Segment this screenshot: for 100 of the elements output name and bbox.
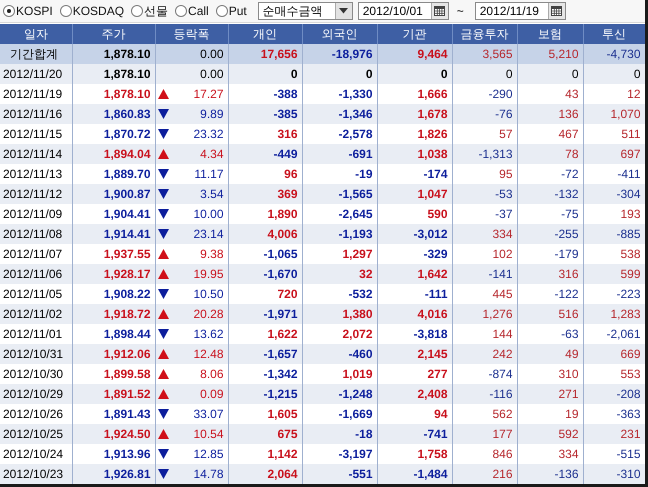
table-cell: 1,914.41 — [72, 224, 155, 244]
table-cell: -515 — [583, 444, 645, 464]
table-cell: 216 — [452, 464, 517, 484]
table-cell: 1,898.44 — [72, 324, 155, 344]
column-header: 투신 — [583, 24, 645, 44]
table-cell: -174 — [377, 164, 452, 184]
table-cell: 2012/11/16 — [0, 104, 72, 124]
date-field[interactable]: 2012/11/19 — [474, 2, 566, 20]
table-cell: 1,891.52 — [72, 384, 155, 404]
table-cell: -310 — [583, 464, 645, 484]
table-cell: -116 — [452, 384, 517, 404]
table-cell-text: 9.38 — [200, 246, 224, 262]
table-cell: -1,657 — [228, 344, 302, 364]
table-cell: 2012/11/13 — [0, 164, 72, 184]
table-cell: -3,012 — [377, 224, 452, 244]
table-cell: 0 — [452, 64, 517, 84]
calendar-icon[interactable] — [548, 3, 565, 19]
column-header: 금융투자 — [452, 24, 517, 44]
table-cell: -1,330 — [302, 84, 377, 104]
table-cell: 1,297 — [302, 244, 377, 264]
table-cell: 242 — [452, 344, 517, 364]
table-cell-text: 33.07 — [193, 406, 224, 422]
table-cell: 1,928.17 — [72, 264, 155, 284]
table-cell: 467 — [517, 124, 583, 144]
market-radio[interactable]: KOSDAQ — [60, 4, 124, 18]
calendar-icon[interactable] — [430, 3, 448, 19]
table-cell: 1,889.70 — [72, 164, 155, 184]
table-cell: -1,565 — [302, 184, 377, 204]
column-header: 외국인 — [302, 24, 377, 44]
table-cell: 2012/11/12 — [0, 184, 72, 204]
table-cell: -19 — [302, 164, 377, 184]
table-cell: 2012/10/30 — [0, 364, 72, 384]
table-cell: 144 — [452, 324, 517, 344]
table-cell: 1,019 — [302, 364, 377, 384]
table-cell: 1,937.55 — [72, 244, 155, 264]
table-cell: -532 — [302, 284, 377, 304]
table-cell: 177 — [452, 424, 517, 444]
table-cell: 720 — [228, 284, 302, 304]
table-cell: 5,210 — [517, 44, 583, 64]
market-radio[interactable]: Call — [175, 4, 209, 18]
date-field[interactable]: 2012/10/01 — [358, 2, 449, 20]
table-cell: 511 — [583, 124, 645, 144]
table-cell: 17,656 — [228, 44, 302, 64]
table-cell: -1,215 — [228, 384, 302, 404]
table-cell: 1,047 — [377, 184, 452, 204]
table-cell: -290 — [452, 84, 517, 104]
table-cell: 1,878.10 — [72, 84, 155, 104]
table-cell: -3,197 — [302, 444, 377, 464]
table-cell: 1,826 — [377, 124, 452, 144]
table-cell-text: 8.06 — [200, 366, 224, 382]
caret-icon[interactable] — [334, 3, 352, 19]
table-cell: 2012/11/09 — [0, 204, 72, 224]
table-cell: 2012/10/26 — [0, 404, 72, 424]
table-cell: 334 — [517, 444, 583, 464]
table-cell: -18 — [302, 424, 377, 444]
market-radio[interactable]: Put — [216, 4, 247, 18]
table-cell: 2012/10/24 — [0, 444, 72, 464]
table-cell: 95 — [452, 164, 517, 184]
table-cell: 669 — [583, 344, 645, 364]
table-cell-text: 12.48 — [193, 346, 224, 362]
market-radio[interactable]: KOSPI — [3, 4, 53, 18]
table-cell: 4,006 — [228, 224, 302, 244]
table-cell: -741 — [377, 424, 452, 444]
table-cell: 1,622 — [228, 324, 302, 344]
table-cell: 49 — [517, 344, 583, 364]
table-cell: 0 — [517, 64, 583, 84]
table-cell: -1,669 — [302, 404, 377, 424]
table-cell: 94 — [377, 404, 452, 424]
column-header: 보험 — [517, 24, 583, 44]
table-cell: -141 — [452, 264, 517, 284]
table-cell: -363 — [583, 404, 645, 424]
table-cell: 277 — [377, 364, 452, 384]
table-cell: -304 — [583, 184, 645, 204]
table-cell: 1,758 — [377, 444, 452, 464]
column-header: 등락폭 — [155, 24, 228, 44]
market-radio[interactable]: 선물 — [131, 2, 168, 20]
table-cell: 562 — [452, 404, 517, 424]
table-cell: -4,730 — [583, 44, 645, 64]
table-cell: 445 — [452, 284, 517, 304]
table-cell: 1,894.04 — [72, 144, 155, 164]
table-cell: -2,645 — [302, 204, 377, 224]
table-cell: 1,890 — [228, 204, 302, 224]
table-cell: 1,605 — [228, 404, 302, 424]
table-cell: 538 — [583, 244, 645, 264]
table-cell-text: 4.34 — [200, 146, 224, 162]
table-cell: 2012/11/15 — [0, 124, 72, 144]
value-type-dropdown[interactable]: 순매수금액 — [258, 2, 353, 20]
table-cell: 기간합계 — [0, 44, 72, 64]
table-cell: -63 — [517, 324, 583, 344]
table-cell: 316 — [228, 124, 302, 144]
table-cell: 2012/11/07 — [0, 244, 72, 264]
table-cell: -3,818 — [377, 324, 452, 344]
table-cell: -1,670 — [228, 264, 302, 284]
table-cell: -255 — [517, 224, 583, 244]
table-cell: -53 — [452, 184, 517, 204]
table-cell-text: 19.95 — [193, 266, 224, 282]
table-cell: 0 — [228, 64, 302, 84]
table-cell: 3,565 — [452, 44, 517, 64]
table-cell: -329 — [377, 244, 452, 264]
table-cell: 697 — [583, 144, 645, 164]
